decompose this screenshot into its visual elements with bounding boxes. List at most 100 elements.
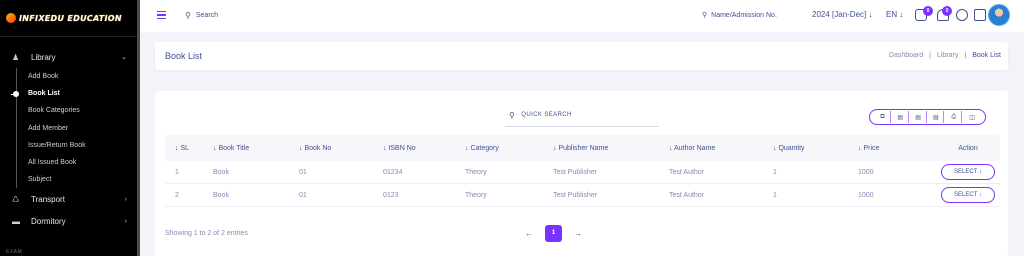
table-header: ↓ SL ↓ Book Title ↓ Book No ↓ ISBN No ↓ … (165, 135, 1000, 161)
sidebar-subitem-label: Add Member (28, 124, 69, 132)
select-button[interactable]: SELECT ↓ (941, 187, 995, 203)
sidebar-subitem-issue-return-book[interactable]: Issue/Return Book (0, 137, 137, 154)
chevron-right-icon: › (124, 195, 127, 203)
breadcrumb-current: Book List (972, 52, 1001, 59)
breadcrumb-library[interactable]: Library (937, 52, 958, 59)
sidebar-item-transport[interactable]: ♺ Transport › (0, 188, 137, 210)
quick-search-input[interactable]: ⚲ QUICK SEARCH (505, 104, 659, 127)
topbar: ⚲ Search ⚲ Name/Admission No. 2024 [Jan-… (140, 0, 1024, 32)
table-row: 2 Book 01 0123 Theory Test Publisher Tes… (165, 184, 1000, 207)
cell-book-title: Book (213, 168, 229, 176)
brand-logo-icon (6, 13, 16, 23)
cell-isbn-no: 0123 (383, 191, 399, 199)
sidebar-item-label: Library (31, 52, 56, 62)
sidebar-subitem-label: Book List (28, 90, 60, 98)
sidebar-subitem-label: Add Book (28, 73, 59, 81)
language-select[interactable]: EN ↓ (886, 10, 903, 19)
export-buttons: ⧉ ▤ ▤ ▤ ⎙ ◫ (869, 109, 986, 125)
column-header-publisher-name[interactable]: ↓ Publisher Name (553, 145, 669, 152)
cell-author-name: Test Author (669, 191, 705, 199)
cell-action: SELECT ↓ (936, 164, 1000, 180)
cell-author-name: Test Author (669, 168, 705, 176)
page-title: Book List (165, 51, 203, 61)
sidebar-subitem-add-book[interactable]: Add Book (0, 68, 137, 85)
search-placeholder: Search (195, 12, 219, 19)
cell-action: SELECT ↓ (936, 187, 1000, 203)
breadcrumb: Dashboard | Library | Book List (889, 52, 1001, 59)
chart-icon[interactable] (974, 9, 986, 21)
cell-category: Theory (465, 191, 487, 199)
table-row: 1 Book 01 01234 Theory Test Publisher Te… (165, 161, 1000, 184)
column-header-category[interactable]: ↓ Category (465, 145, 553, 152)
sidebar-subitem-add-member[interactable]: Add Member (0, 120, 137, 137)
sidebar-item-library[interactable]: ♟ Library ⌄ (0, 46, 137, 68)
csv-icon[interactable]: ▤ (911, 111, 927, 123)
brand-name: INFIXEDU EDUCATION (19, 13, 122, 23)
column-header-book-no[interactable]: ↓ Book No (299, 145, 383, 152)
column-header-isbn-no[interactable]: ↓ ISBN No (383, 145, 465, 152)
search-icon: ⚲ (702, 12, 708, 19)
page-header: Book List Dashboard | Library | Book Lis… (155, 42, 1008, 70)
cell-quantity: 1 (773, 168, 777, 176)
select-button[interactable]: SELECT ↓ (941, 164, 995, 180)
sidebar-subitem-book-categories[interactable]: Book Categories (0, 102, 137, 119)
next-page-button[interactable]: → (574, 229, 582, 238)
page-1-button[interactable]: 1 (545, 225, 562, 242)
column-header-quantity[interactable]: ↓ Quantity (773, 145, 858, 152)
column-header-price[interactable]: ↓ Price (858, 145, 936, 152)
sidebar-subitem-book-list[interactable]: Book List (0, 85, 137, 102)
bed-icon: ▬ (12, 216, 20, 226)
breadcrumb-separator: | (964, 52, 967, 59)
sidebar-subitem-label: Subject (28, 176, 52, 184)
entries-info: Showing 1 to 2 of 2 entries (165, 230, 248, 237)
sidebar-subitem-all-issued-book[interactable]: All Issued Book (0, 154, 137, 171)
search-icon: ⚲ (185, 11, 191, 20)
copy-icon[interactable]: ⧉ (875, 111, 891, 123)
columns-icon[interactable]: ◫ (964, 111, 980, 123)
cell-book-title: Book (213, 191, 229, 199)
name-admission-search[interactable]: ⚲ Name/Admission No. (702, 11, 777, 20)
cell-publisher-name: Test Publisher (553, 191, 597, 199)
sidebar-item-label: Dormitory (31, 216, 66, 226)
excel-icon[interactable]: ▤ (893, 111, 909, 123)
menu-toggle-icon[interactable] (157, 11, 166, 21)
sidebar-item-dormitory[interactable]: ▬ Dormitory › (0, 210, 137, 232)
sidebar-subitem-label: All Issued Book (28, 159, 77, 167)
cell-sl: 2 (175, 191, 179, 199)
active-dot-icon (13, 91, 19, 98)
cell-publisher-name: Test Publisher (553, 168, 597, 176)
pagination: ← 1 → (525, 225, 582, 242)
column-header-book-title[interactable]: ↓ Book Title (213, 145, 299, 152)
sidebar-scrollbar[interactable] (137, 0, 140, 256)
cell-price: 1000 (858, 191, 874, 199)
breadcrumb-separator: | (929, 52, 931, 59)
session-select[interactable]: 2024 [Jan-Dec] ↓ (812, 10, 872, 19)
column-header-sl[interactable]: ↓ SL (165, 145, 213, 152)
library-icon: ♟ (12, 52, 20, 62)
sidebar-subitem-subject[interactable]: Subject (0, 171, 137, 188)
notification-badge: 0 (942, 6, 952, 16)
quick-search-placeholder: QUICK SEARCH (521, 112, 572, 118)
bus-icon: ♺ (12, 194, 20, 204)
book-table: ↓ SL ↓ Book Title ↓ Book No ↓ ISBN No ↓ … (165, 135, 1000, 207)
previous-page-button[interactable]: ← (525, 229, 533, 238)
library-submenu: Add Book Book List Book Categories Add M… (0, 68, 137, 189)
breadcrumb-dashboard[interactable]: Dashboard (889, 52, 923, 59)
cell-book-no: 01 (299, 168, 307, 176)
avatar[interactable] (988, 4, 1010, 26)
brand[interactable]: INFIXEDU EDUCATION (0, 0, 137, 36)
search-input[interactable]: ⚲ Search (185, 11, 218, 20)
column-header-author-name[interactable]: ↓ Author Name (669, 145, 773, 152)
book-list-card: ⚲ QUICK SEARCH ⧉ ▤ ▤ ▤ ⎙ ◫ ↓ SL ↓ Book T… (155, 91, 1008, 256)
globe-icon[interactable] (956, 9, 968, 21)
print-icon[interactable]: ⎙ (946, 111, 963, 123)
cell-sl: 1 (175, 168, 179, 176)
sidebar-section-label: EXAM (6, 249, 23, 255)
chevron-down-icon: ⌄ (121, 54, 127, 61)
cell-book-no: 01 (299, 191, 307, 199)
cell-isbn-no: 01234 (383, 168, 403, 176)
pdf-icon[interactable]: ▤ (928, 111, 945, 123)
sidebar: INFIXEDU EDUCATION ♟ Library ⌄ Add Book … (0, 0, 137, 256)
cell-price: 1000 (858, 168, 874, 176)
column-header-action: Action (958, 144, 978, 152)
